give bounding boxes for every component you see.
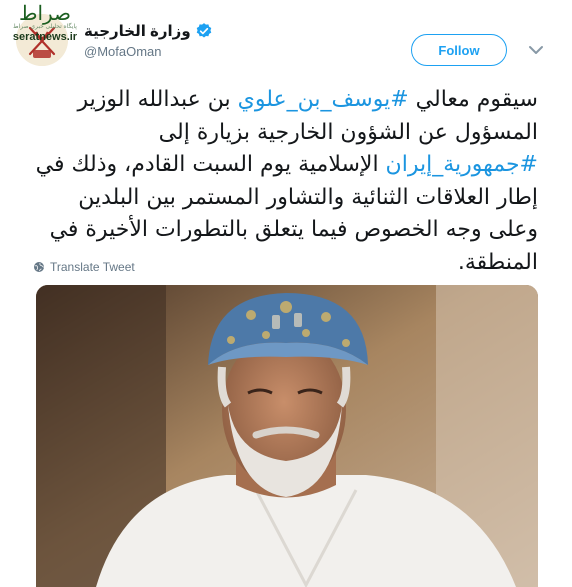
account-handle[interactable]: @MofaOman — [84, 44, 284, 59]
tweet-card: صراط پایگاه تحلیلی خبری صراط seratnews.i… — [0, 0, 572, 587]
translate-tweet-button[interactable]: Translate Tweet — [33, 260, 135, 274]
globe-icon — [34, 262, 44, 272]
portrait-photo — [36, 285, 538, 587]
translate-label: Translate Tweet — [50, 260, 135, 274]
account-names: وزارة الخارجية @MofaOman — [84, 22, 284, 59]
follow-button[interactable]: Follow — [411, 34, 507, 66]
hashtag-link[interactable]: #يوسف_بن_علوي — [238, 87, 409, 112]
watermark-logo: صراط پایگاه تحلیلی خبری صراط seratnews.i… — [12, 1, 78, 43]
tweet-text: سيقوم معالي #يوسف_بن_علوي بن عبدالله الو… — [35, 87, 538, 275]
hashtag-link[interactable]: #جمهورية_إيران — [386, 152, 538, 177]
verified-badge-icon — [196, 23, 211, 38]
display-name[interactable]: وزارة الخارجية — [84, 22, 191, 40]
tweet-photo[interactable] — [36, 285, 538, 587]
tweet-header: صراط پایگاه تحلیلی خبری صراط seratnews.i… — [0, 0, 572, 80]
chevron-down-icon[interactable] — [524, 38, 548, 62]
